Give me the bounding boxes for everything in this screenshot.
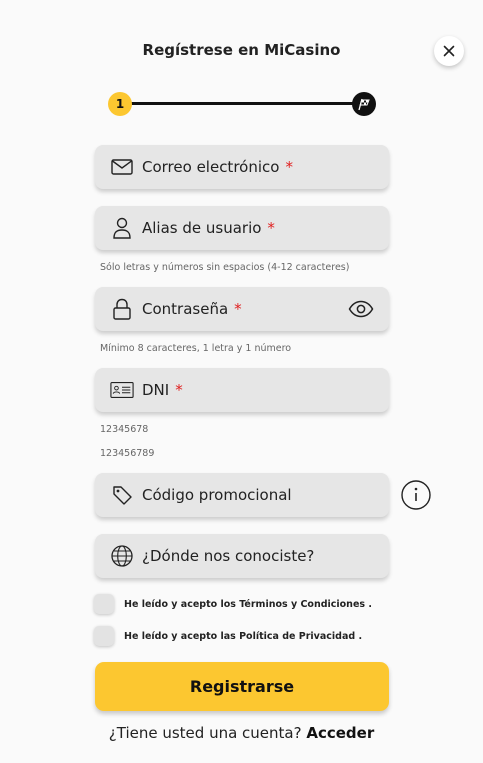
login-prompt: ¿Tiene usted una cuenta? Acceder [0, 724, 483, 742]
username-label: Alias de usuario * [142, 219, 275, 237]
lock-icon [110, 298, 134, 320]
dni-hint-1: 12345678 [100, 424, 149, 435]
required-mark: * [175, 381, 183, 399]
email-field[interactable]: Correo electrónico * [95, 145, 389, 189]
dni-label: DNI * [142, 381, 183, 399]
password-field[interactable]: Contraseña * [95, 287, 389, 331]
mail-icon [110, 156, 134, 178]
tag-icon [110, 484, 134, 506]
promo-code-field[interactable]: Código promocional [95, 473, 389, 517]
register-button[interactable]: Registrarse [95, 662, 389, 711]
page-title: Regístrese en MiCasino [142, 41, 341, 59]
email-label: Correo electrónico * [142, 158, 293, 176]
referral-label: ¿Dónde nos conociste? [142, 547, 315, 565]
required-mark: * [234, 300, 242, 318]
promo-label: Código promocional [142, 486, 292, 504]
required-mark: * [285, 158, 293, 176]
progress-stepper: 1 [108, 91, 377, 117]
required-mark: * [267, 219, 275, 237]
privacy-label: He leído y acepto las Política de Privac… [124, 630, 363, 642]
close-button[interactable] [434, 36, 464, 66]
terms-label: He leído y acepto los Términos y Condici… [124, 598, 372, 610]
password-label: Contraseña * [142, 300, 242, 318]
info-icon[interactable] [401, 480, 431, 510]
referral-source-select[interactable]: ¿Dónde nos conociste? [95, 534, 389, 578]
privacy-check-row[interactable]: He leído y acepto las Política de Privac… [94, 626, 362, 646]
close-icon [443, 45, 455, 57]
terms-check-row[interactable]: He leído y acepto los Términos y Condici… [94, 594, 372, 614]
step-current: 1 [108, 92, 132, 116]
privacy-checkbox[interactable] [94, 626, 114, 646]
login-link[interactable]: Acceder [306, 724, 374, 742]
id-card-icon [110, 379, 134, 401]
dni-field[interactable]: DNI * [95, 368, 389, 412]
globe-icon [110, 545, 134, 567]
dni-hint-2: 123456789 [100, 448, 155, 459]
stepper-line [120, 102, 366, 105]
terms-checkbox[interactable] [94, 594, 114, 614]
username-hint: Sólo letras y números sin espacios (4-12… [100, 262, 350, 273]
user-icon [110, 217, 134, 239]
checkered-flag-icon [358, 98, 370, 111]
login-question: ¿Tiene usted una cuenta? [108, 724, 302, 742]
step-finish [352, 92, 376, 116]
username-field[interactable]: Alias de usuario * [95, 206, 389, 250]
show-password-icon[interactable] [348, 298, 374, 320]
password-hint: Mínimo 8 caracteres, 1 letra y 1 número [100, 343, 292, 354]
